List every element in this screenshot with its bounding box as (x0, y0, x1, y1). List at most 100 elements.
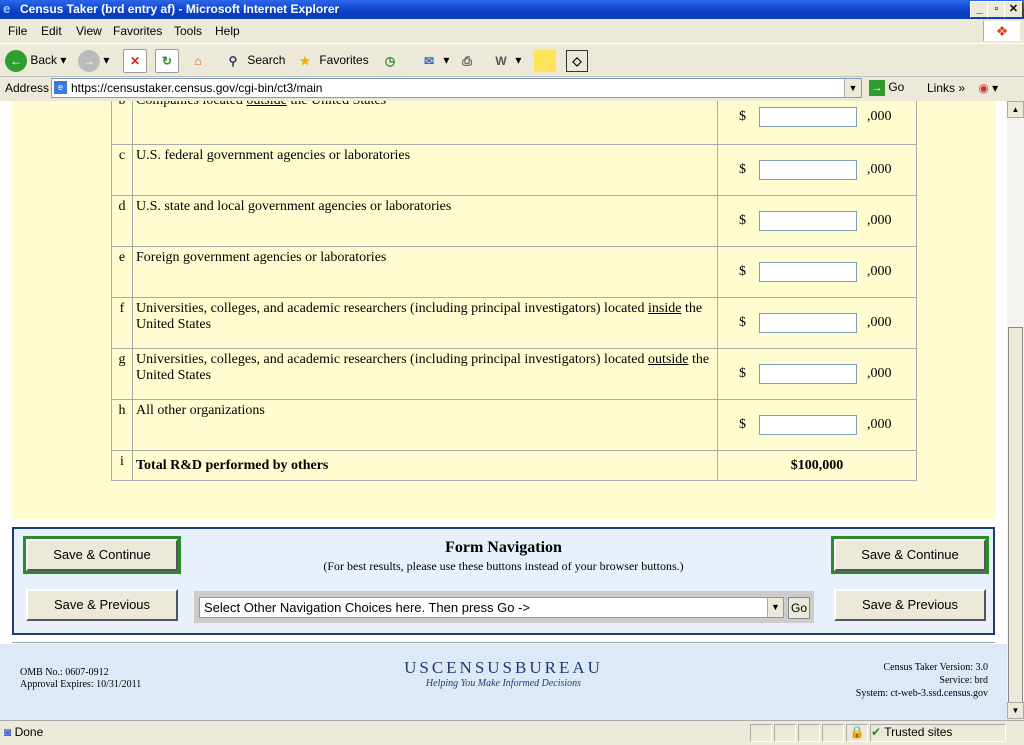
navigation-subtitle: (For best results, please use these butt… (323, 559, 684, 573)
table-row: h All other organizations $ ,000 (111, 399, 917, 451)
stop-button[interactable]: ✕ (123, 48, 147, 73)
dollar-sign: $ (739, 264, 746, 280)
stop-icon: ✕ (123, 48, 147, 73)
save-previous-button-left[interactable]: Save & Previous (26, 589, 178, 621)
emphasis-text: inside (647, 301, 682, 316)
row-description: Foreign government agencies or laborator… (132, 246, 718, 298)
browser-toolbar: ← Back ▾ → ▾ ✕ ↻ ⌂ ⚲ Search ★ Favorites … (0, 44, 1024, 77)
print-icon: ⎙ (462, 53, 472, 68)
amount-cell: $ ,000 (717, 144, 917, 196)
menu-tools[interactable]: Tools (174, 24, 202, 38)
row-letter: d (111, 195, 133, 247)
links-label: Links (927, 81, 956, 95)
navigation-go-button[interactable]: Go (788, 597, 810, 619)
description-text: Foreign government agencies or laborator… (136, 250, 387, 265)
zone-label: Trusted sites (884, 725, 953, 739)
menu-favorites[interactable]: Favorites (113, 24, 162, 38)
back-arrow-icon: ← (5, 49, 27, 72)
row-letter: h (111, 399, 133, 451)
scroll-down-icon[interactable]: ▼ (1007, 702, 1024, 719)
description-text: U.S. state and local government agencies… (136, 199, 452, 214)
dollar-sign: $ (739, 315, 746, 331)
amount-input[interactable] (759, 107, 857, 127)
refresh-button[interactable]: ↻ (155, 48, 179, 73)
links-button[interactable]: Links » ◉ ▾ (927, 81, 998, 95)
amount-input[interactable] (759, 262, 857, 282)
status-panel (774, 724, 796, 742)
forward-arrow-icon: → (78, 49, 100, 72)
navigation-choice-select[interactable]: Select Other Navigation Choices here. Th… (199, 597, 784, 618)
search-button[interactable]: ⚲ Search (222, 48, 286, 72)
navigation-choice-value: Select Other Navigation Choices here. Th… (204, 600, 531, 615)
address-go-button[interactable]: → Go (869, 80, 904, 96)
amount-cell: $ ,000 (717, 399, 917, 451)
address-dropdown-icon[interactable]: ▼ (844, 79, 861, 97)
ie-icon: e (3, 1, 11, 16)
amount-cell: $ ,000 (717, 246, 917, 298)
history-button[interactable]: ◷ (379, 48, 401, 72)
table-row: e Foreign government agencies or laborato… (111, 246, 917, 298)
address-url: https://censustaker.census.gov/cgi-bin/c… (71, 81, 323, 95)
scroll-up-icon[interactable]: ▲ (1007, 101, 1024, 118)
form-navigation: Save & Continue Save & Continue Form Nav… (12, 527, 995, 635)
close-button[interactable]: ✕ (1004, 1, 1023, 18)
windows-logo-icon: ❖ (983, 21, 1020, 41)
back-button[interactable]: ← Back ▾ (5, 48, 66, 72)
address-bar: Address e https://censustaker.census.gov… (0, 77, 1024, 100)
history-icon: ◷ (384, 53, 396, 68)
amount-input[interactable] (759, 211, 857, 231)
home-button[interactable]: ⌂ (187, 48, 209, 72)
save-previous-button-right[interactable]: Save & Previous (834, 589, 986, 621)
mail-button[interactable]: ✉ ▾ (418, 48, 449, 72)
vertical-scrollbar[interactable]: ▲ ▼ (1007, 101, 1024, 719)
status-panel (798, 724, 820, 742)
amount-input[interactable] (759, 313, 857, 333)
go-arrow-icon: → (869, 80, 885, 96)
menu-view[interactable]: View (76, 24, 102, 38)
messenger-button[interactable]: ◇ (566, 48, 588, 72)
row-letter: b (111, 101, 133, 145)
status-panel (750, 724, 772, 742)
amount-cell: $ ,000 (717, 195, 917, 247)
discuss-button[interactable] (534, 48, 556, 72)
menu-file[interactable]: File (8, 24, 27, 38)
address-input[interactable]: e https://censustaker.census.gov/cgi-bin… (51, 78, 862, 98)
forward-button[interactable]: → ▾ (78, 48, 109, 72)
security-zone: ✔ Trusted sites (870, 724, 1006, 742)
amount-input[interactable] (759, 415, 857, 435)
address-go-label: Go (888, 80, 905, 95)
table-row: bCompanies located outside the United St… (111, 101, 917, 145)
page-footer: OMB No.: 0607-0912 Approval Expires: 10/… (0, 644, 1007, 719)
dollar-sign: $ (739, 109, 746, 125)
chevron-down-icon[interactable]: ▼ (767, 598, 783, 617)
table-row: d U.S. state and local government agencie… (111, 195, 917, 247)
back-label: Back (30, 53, 58, 67)
menu-edit[interactable]: Edit (41, 24, 62, 38)
edit-button[interactable]: W ▾ (490, 48, 521, 72)
total-label: Total R&D performed by others (132, 450, 718, 481)
page-content: bCompanies located outside the United St… (0, 101, 1007, 719)
favorites-button[interactable]: ★ Favorites (294, 48, 369, 72)
messenger-icon: ◇ (566, 49, 588, 72)
row-description: All other organizations (132, 399, 718, 451)
lock-icon[interactable]: 🔒 (846, 724, 868, 742)
refresh-icon: ↻ (155, 48, 179, 73)
favorites-label: Favorites (319, 53, 369, 67)
form-panel: bCompanies located outside the United St… (11, 101, 996, 519)
amount-input[interactable] (759, 364, 857, 384)
note-icon (534, 49, 556, 72)
thousands-suffix: ,000 (867, 264, 892, 280)
menu-help[interactable]: Help (215, 24, 240, 38)
description-text: Universities, colleges, and academic res… (136, 352, 648, 367)
extension-icon[interactable]: ◉ (978, 81, 988, 95)
total-value: $100,000 (717, 450, 917, 481)
amount-input[interactable] (759, 160, 857, 180)
print-button[interactable]: ⎙ (456, 48, 478, 72)
page-icon: e (54, 81, 67, 94)
amount-cell: $ ,000 (717, 348, 917, 400)
home-icon: ⌂ (194, 53, 202, 68)
address-label: Address (5, 81, 50, 95)
row-letter: i (111, 450, 133, 481)
scroll-thumb[interactable] (1008, 327, 1023, 703)
row-description: Universities, colleges, and academic res… (132, 348, 718, 400)
